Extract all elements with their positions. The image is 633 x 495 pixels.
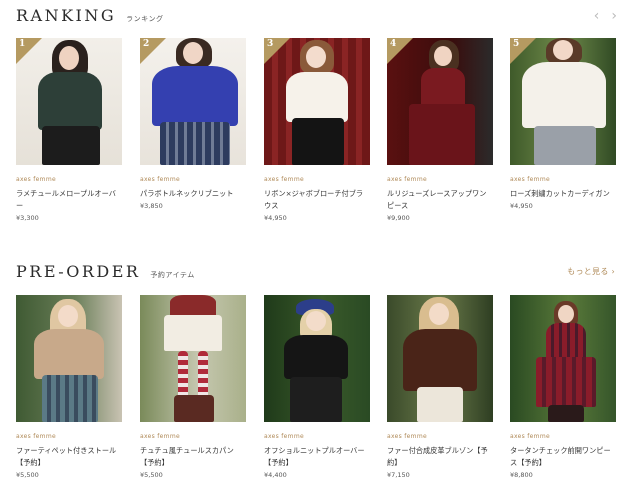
product-name[interactable]: チュチュ風チュールスカパン【予約】 bbox=[140, 445, 244, 469]
brand-label: axes femme bbox=[387, 433, 427, 440]
brand-label: axes femme bbox=[510, 433, 550, 440]
product-price: ¥4,950 bbox=[264, 214, 287, 222]
product-image[interactable] bbox=[16, 295, 122, 422]
brand-label: axes femme bbox=[16, 433, 56, 440]
product-price: ¥4,950 bbox=[510, 202, 533, 210]
product-name[interactable]: ルリジューズレースアップワンピース bbox=[387, 188, 491, 212]
product-price: ¥5,500 bbox=[140, 471, 163, 479]
product-image[interactable] bbox=[387, 295, 493, 422]
ranking-product-list: 1 axes femme ラメチュールメロープルオーバー ¥3,300 2 ax… bbox=[16, 38, 616, 238]
ranking-card-3[interactable]: 3 axes femme リボン×ジャボブローチ付ブラウス ¥4,950 bbox=[264, 38, 370, 222]
product-name[interactable]: パラボトルネックリブニット bbox=[140, 188, 244, 200]
preorder-header: PRE-ORDER 予約アイテム bbox=[16, 262, 195, 281]
rank-number: 1 bbox=[19, 39, 26, 49]
rank-number: 2 bbox=[143, 39, 150, 49]
ranking-title: RANKING bbox=[16, 6, 117, 25]
preorder-subtitle: 予約アイテム bbox=[150, 271, 195, 279]
product-image[interactable] bbox=[140, 295, 246, 422]
product-image[interactable]: 3 bbox=[264, 38, 370, 165]
product-name[interactable]: オフショルニットプルオーバー【予約】 bbox=[264, 445, 368, 469]
product-name[interactable]: ローズ刺繍カットカーディガン bbox=[510, 188, 614, 200]
see-more-link[interactable]: もっと見る › bbox=[567, 266, 615, 277]
product-image[interactable]: 1 bbox=[16, 38, 122, 165]
product-image[interactable]: 5 bbox=[510, 38, 616, 165]
chevron-left-icon[interactable]: ‹ bbox=[594, 8, 600, 24]
preorder-card-3[interactable]: axes femme オフショルニットプルオーバー【予約】 ¥4,400 bbox=[264, 295, 370, 479]
product-name[interactable]: リボン×ジャボブローチ付ブラウス bbox=[264, 188, 368, 212]
preorder-title: PRE-ORDER bbox=[16, 262, 141, 281]
product-price: ¥3,850 bbox=[140, 202, 163, 210]
product-price: ¥7,150 bbox=[387, 471, 410, 479]
product-name[interactable]: ファー付合成皮革ブルゾン【予約】 bbox=[387, 445, 491, 469]
ranking-card-2[interactable]: 2 axes femme パラボトルネックリブニット ¥3,850 bbox=[140, 38, 246, 210]
ranking-header: RANKING ランキング bbox=[16, 6, 163, 25]
preorder-product-list: axes femme ファーティペット付きストール【予約】 ¥5,500 axe… bbox=[16, 295, 616, 495]
brand-label: axes femme bbox=[264, 176, 304, 183]
brand-label: axes femme bbox=[510, 176, 550, 183]
rank-number: 5 bbox=[513, 39, 520, 49]
brand-label: axes femme bbox=[387, 176, 427, 183]
ranking-subtitle: ランキング bbox=[126, 15, 164, 23]
product-image[interactable] bbox=[510, 295, 616, 422]
chevron-right-icon[interactable]: › bbox=[611, 8, 617, 24]
product-image[interactable]: 2 bbox=[140, 38, 246, 165]
brand-label: axes femme bbox=[264, 433, 304, 440]
product-name[interactable]: ラメチュールメロープルオーバー bbox=[16, 188, 120, 212]
product-price: ¥3,300 bbox=[16, 214, 39, 222]
product-image[interactable]: 4 bbox=[387, 38, 493, 165]
product-price: ¥9,900 bbox=[387, 214, 410, 222]
brand-label: axes femme bbox=[140, 433, 180, 440]
product-image[interactable] bbox=[264, 295, 370, 422]
ranking-card-4[interactable]: 4 axes femme ルリジューズレースアップワンピース ¥9,900 bbox=[387, 38, 493, 222]
ranking-card-5[interactable]: 5 axes femme ローズ刺繍カットカーディガン ¥4,950 bbox=[510, 38, 616, 210]
preorder-card-4[interactable]: axes femme ファー付合成皮革ブルゾン【予約】 ¥7,150 bbox=[387, 295, 493, 479]
ranking-card-1[interactable]: 1 axes femme ラメチュールメロープルオーバー ¥3,300 bbox=[16, 38, 122, 222]
rank-number: 4 bbox=[390, 39, 397, 49]
brand-label: axes femme bbox=[16, 176, 56, 183]
preorder-card-1[interactable]: axes femme ファーティペット付きストール【予約】 ¥5,500 bbox=[16, 295, 122, 479]
preorder-card-2[interactable]: axes femme チュチュ風チュールスカパン【予約】 ¥5,500 bbox=[140, 295, 246, 479]
brand-label: axes femme bbox=[140, 176, 180, 183]
preorder-card-5[interactable]: axes femme タータンチェック前開ワンピース【予約】 ¥8,800 bbox=[510, 295, 616, 479]
product-price: ¥4,400 bbox=[264, 471, 287, 479]
product-price: ¥5,500 bbox=[16, 471, 39, 479]
rank-number: 3 bbox=[267, 39, 274, 49]
product-name[interactable]: タータンチェック前開ワンピース【予約】 bbox=[510, 445, 614, 469]
carousel-nav: ‹ › bbox=[594, 8, 617, 24]
product-name[interactable]: ファーティペット付きストール【予約】 bbox=[16, 445, 120, 469]
product-price: ¥8,800 bbox=[510, 471, 533, 479]
